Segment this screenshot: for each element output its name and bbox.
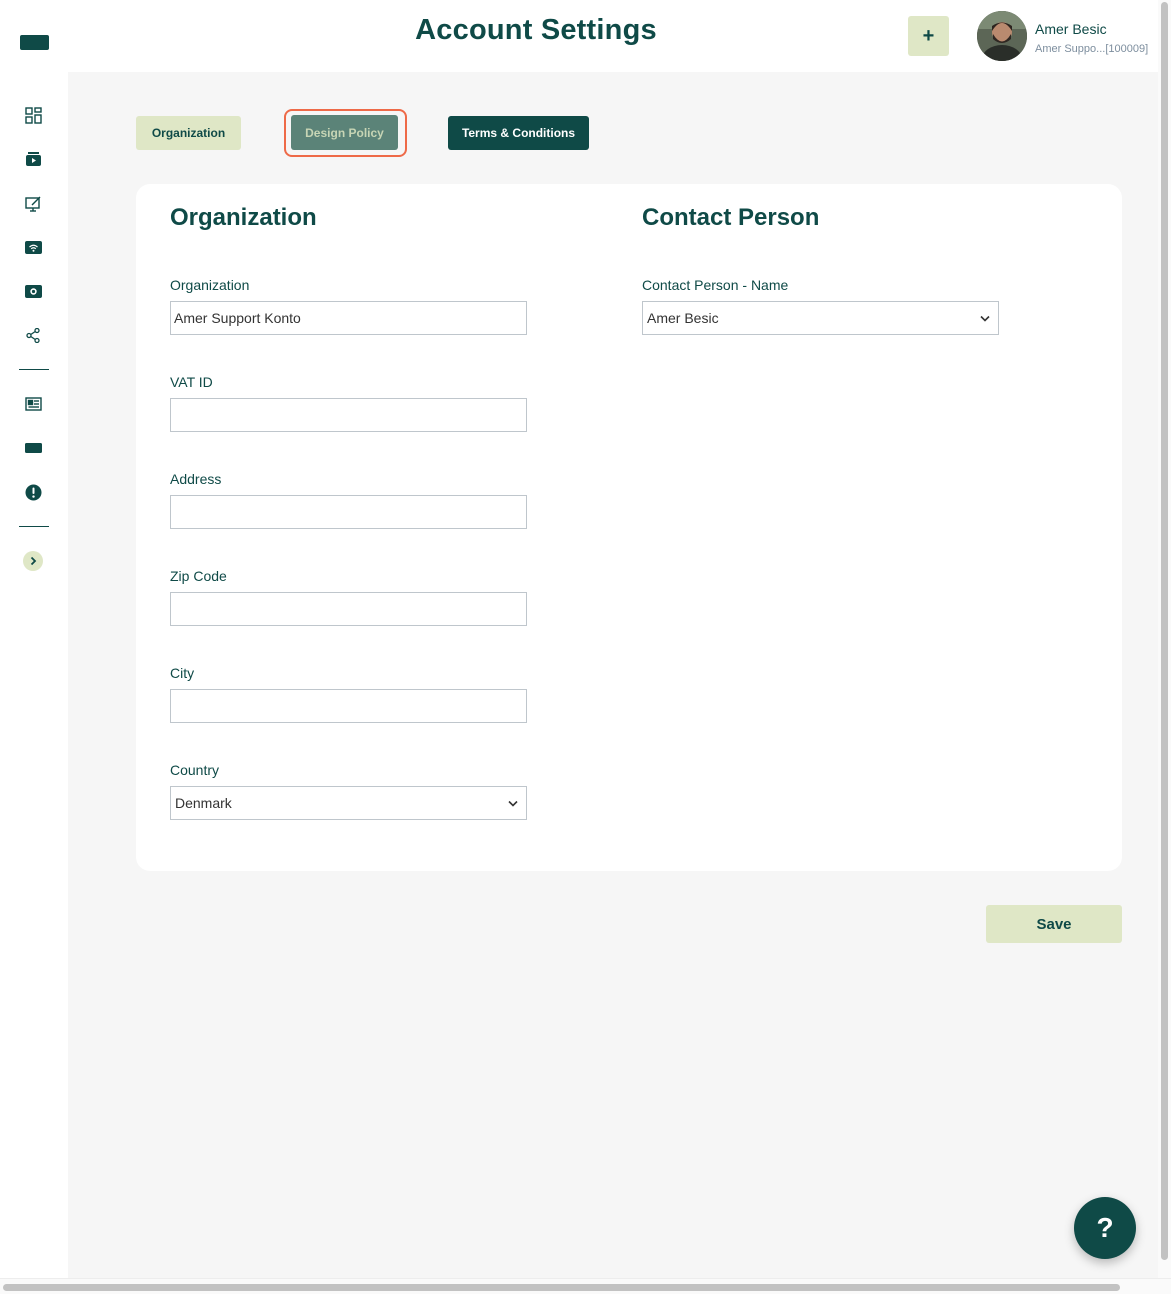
media-icon[interactable]	[24, 282, 42, 300]
contact-section-title: Contact Person	[642, 204, 820, 231]
organization-label: Organization	[170, 277, 250, 293]
address-input[interactable]	[170, 495, 527, 529]
expand-sidebar-button[interactable]	[23, 551, 43, 571]
header: Account Settings + Amer Besic Amer Suppo…	[68, 0, 1171, 72]
sidebar-divider	[19, 526, 49, 527]
city-input[interactable]	[170, 689, 527, 723]
chevron-down-icon	[508, 798, 518, 808]
organization-section-title: Organization	[170, 204, 317, 231]
edit-screen-icon[interactable]	[24, 194, 42, 212]
logo-icon[interactable]	[20, 35, 49, 50]
country-select-value: Denmark	[175, 795, 232, 811]
sidebar-divider	[19, 369, 49, 370]
main-content: Organization Design Policy Terms & Condi…	[68, 72, 1158, 1278]
sidebar	[0, 0, 68, 1278]
alert-icon[interactable]	[24, 483, 42, 501]
contact-name-select[interactable]: Amer Besic	[642, 301, 999, 335]
video-icon[interactable]	[24, 150, 42, 168]
wifi-icon[interactable]	[24, 238, 42, 256]
address-label: Address	[170, 471, 222, 487]
user-account-id: Amer Suppo...[100009]	[1035, 43, 1149, 55]
page-title: Account Settings	[415, 14, 657, 46]
display-icon[interactable]	[24, 439, 42, 457]
newspaper-icon[interactable]	[24, 395, 42, 413]
contact-name-select-value: Amer Besic	[647, 310, 719, 326]
user-name: Amer Besic	[1035, 21, 1107, 37]
chevron-down-icon	[980, 313, 990, 323]
tab-terms-conditions[interactable]: Terms & Conditions	[448, 116, 589, 150]
zip-code-input[interactable]	[170, 592, 527, 626]
chevron-right-icon	[30, 556, 37, 566]
vertical-scrollbar[interactable]	[1158, 0, 1171, 1278]
country-select[interactable]: Denmark	[170, 786, 527, 820]
save-button[interactable]: Save	[986, 905, 1122, 943]
tab-organization[interactable]: Organization	[136, 116, 241, 150]
avatar[interactable]	[977, 11, 1027, 61]
contact-name-label: Contact Person - Name	[642, 277, 789, 293]
settings-card: Organization Organization Amer Support K…	[136, 184, 1122, 871]
vat-id-label: VAT ID	[170, 374, 213, 390]
country-label: Country	[170, 762, 220, 778]
share-icon[interactable]	[24, 326, 42, 344]
tab-design-policy[interactable]: Design Policy	[291, 115, 398, 150]
vertical-scrollbar-thumb[interactable]	[1161, 2, 1168, 1260]
city-label: City	[170, 665, 195, 681]
horizontal-scrollbar-thumb[interactable]	[3, 1284, 1120, 1291]
horizontal-scrollbar[interactable]	[0, 1278, 1171, 1294]
grid-icon[interactable]	[24, 106, 42, 124]
help-button[interactable]: ?	[1074, 1197, 1136, 1259]
add-button[interactable]: +	[908, 16, 949, 56]
zip-code-label: Zip Code	[170, 568, 227, 584]
organization-input[interactable]: Amer Support Konto	[170, 301, 527, 335]
vat-id-input[interactable]	[170, 398, 527, 432]
